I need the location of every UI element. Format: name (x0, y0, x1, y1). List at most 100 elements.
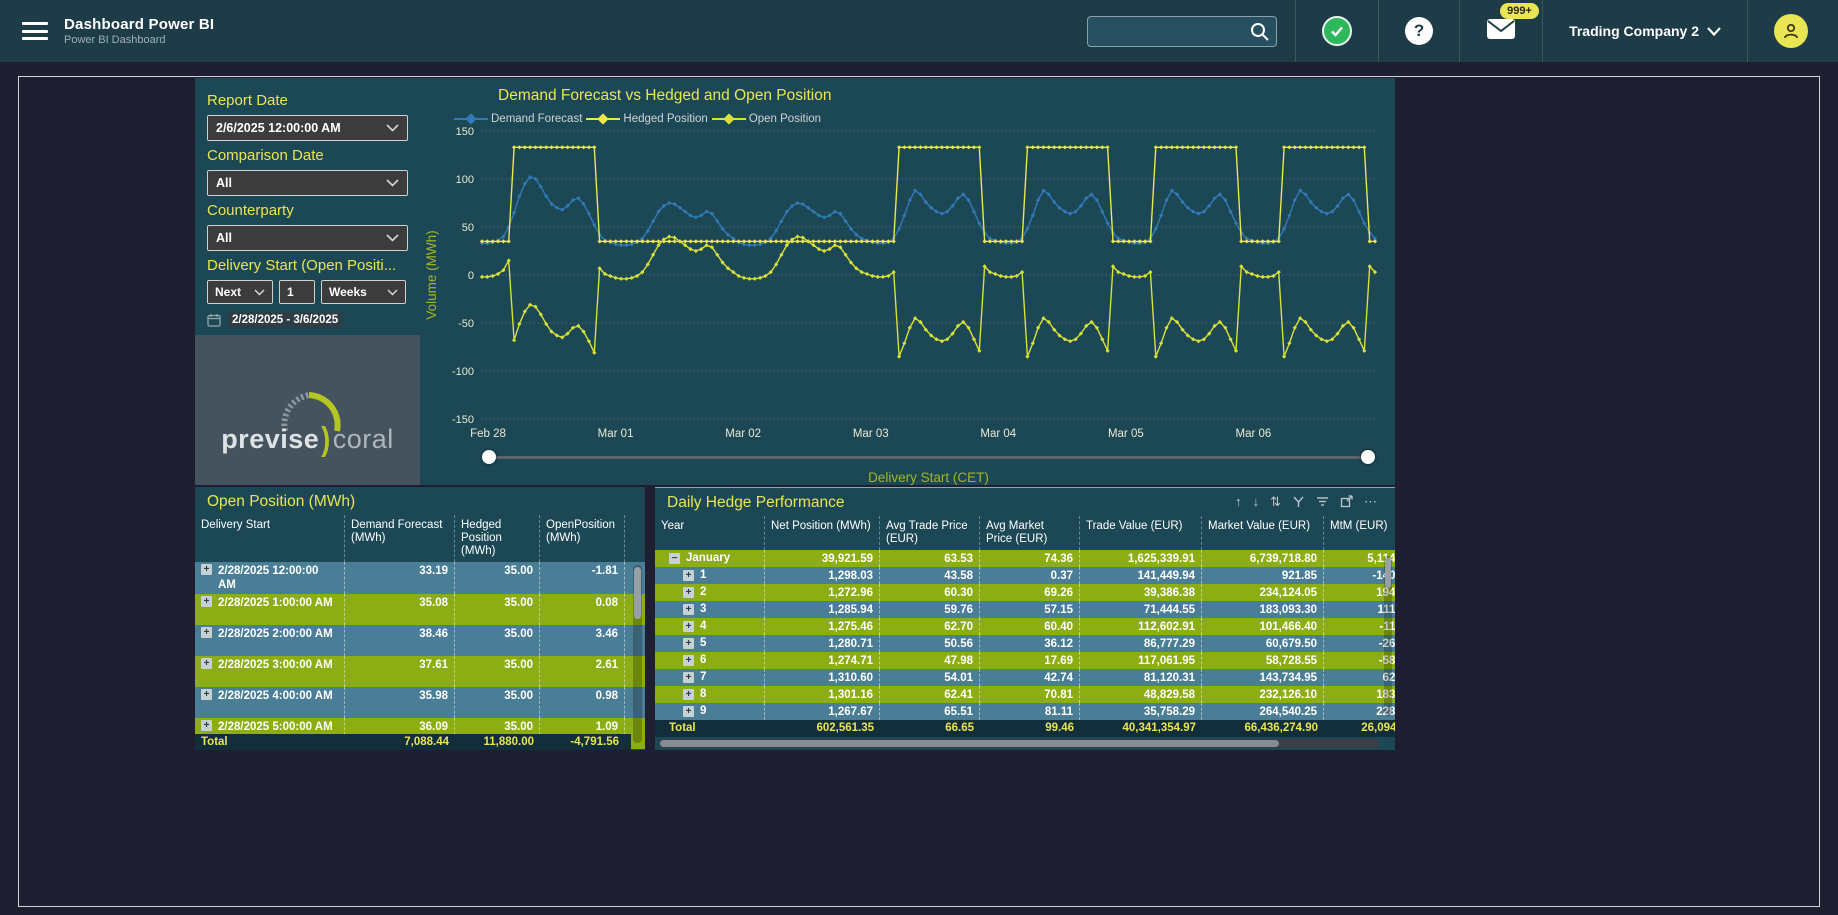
counterparty-dropdown[interactable]: All (207, 225, 408, 251)
expand-icon[interactable]: + (201, 689, 212, 700)
table-row[interactable]: +2/28/2025 12:00:00 AM33.1935.00-1.81 (195, 562, 645, 594)
expand-icon[interactable]: + (683, 706, 694, 717)
y-tick-label: -100 (452, 366, 474, 378)
filter-icon[interactable] (1316, 495, 1329, 508)
value-cell: 35.00 (455, 687, 540, 718)
column-header[interactable]: Delivery Start (195, 515, 345, 562)
relative-range-dropdown[interactable]: Next (207, 280, 273, 304)
table-row[interactable]: +41,275.4662.7060.40112,602.91101,466.40… (655, 618, 1395, 635)
range-unit-dropdown[interactable]: Weeks (321, 280, 406, 304)
daily-hedge-hscrollbar[interactable] (659, 739, 1379, 748)
column-header[interactable]: Year (655, 516, 765, 550)
table-row[interactable]: +2/28/2025 1:00:00 AM35.0835.000.08 (195, 594, 645, 625)
search-icon[interactable] (1249, 21, 1270, 42)
column-header[interactable]: Hedged Position (MWh) (455, 515, 540, 562)
range-count-input[interactable]: 1 (279, 280, 315, 304)
table-row[interactable]: +21,272.9660.3069.2639,386.38234,124.051… (655, 584, 1395, 601)
help-button[interactable]: ? (1379, 0, 1459, 62)
expand-icon[interactable]: + (683, 621, 694, 632)
slider-track[interactable] (488, 456, 1369, 459)
series-markers-2 (480, 235, 1377, 359)
legend-item-2[interactable]: Open Position (712, 113, 821, 125)
chevron-down-icon (386, 179, 399, 187)
legend-swatch (586, 114, 620, 124)
value-cell: 71,444.55 (1080, 601, 1202, 618)
value-cell: 232,126.10 (1202, 686, 1324, 703)
table-row[interactable]: −January39,921.5963.5374.361,625,339.916… (655, 550, 1395, 567)
value-cell: 54.01 (880, 669, 980, 686)
legend-item-1[interactable]: Hedged Position (586, 113, 707, 125)
collapse-icon[interactable]: − (669, 553, 680, 564)
legend-item-0[interactable]: Demand Forecast (454, 113, 582, 125)
expand-icon[interactable]: + (683, 655, 694, 666)
table-row[interactable]: +51,280.7150.5636.1286,777.2960,679.50-2… (655, 635, 1395, 652)
column-header[interactable]: Trade Value (EUR) (1080, 516, 1202, 550)
drill-down-icon[interactable]: ↓ (1253, 495, 1260, 508)
expand-icon[interactable]: + (201, 564, 212, 575)
expand-icon[interactable]: + (201, 720, 212, 731)
column-header[interactable]: Net Position (MWh) (765, 516, 880, 550)
daily-hedge-vscrollbar[interactable] (1384, 556, 1392, 716)
expand-icon[interactable]: + (683, 570, 694, 581)
chart-legend: Demand Forecast Hedged Position Open Pos… (420, 105, 1395, 125)
table-row[interactable]: +11,298.0343.580.37141,449.94921.85-140,… (655, 567, 1395, 584)
expand-icon[interactable]: + (683, 672, 694, 683)
column-header[interactable]: MtM (EUR) (1324, 516, 1395, 550)
line-chart[interactable]: 150100500-50-100-150Volume (MWh)Feb 28Ma… (420, 125, 1395, 437)
column-header[interactable]: OpenPosition (MWh) (540, 515, 625, 562)
help-icon: ? (1405, 17, 1433, 45)
table-row[interactable]: +91,267.6765.5181.1135,758.29264,540.252… (655, 703, 1395, 720)
table-row[interactable]: +2/28/2025 2:00:00 AM38.4635.003.46 (195, 625, 645, 656)
table-row[interactable]: +61,274.7147.9817.69117,061.9558,728.55-… (655, 652, 1395, 669)
open-position-scrollbar[interactable] (633, 565, 642, 743)
expand-icon[interactable]: + (683, 689, 694, 700)
profile-button[interactable] (1748, 0, 1838, 62)
expand-icon[interactable]: + (683, 638, 694, 649)
column-header[interactable]: Market Value (EUR) (1202, 516, 1324, 550)
value-cell: 74.36 (980, 550, 1080, 567)
value-cell: 36.12 (980, 635, 1080, 652)
more-options-icon[interactable]: ⋯ (1364, 495, 1377, 508)
y-tick-label: 150 (456, 126, 474, 138)
expand-icon[interactable]: + (683, 587, 694, 598)
drill-up-icon[interactable]: ↑ (1235, 495, 1242, 508)
value-cell: 2.61 (540, 656, 625, 687)
value-cell: 1,267.67 (765, 703, 880, 720)
table-row[interactable]: +71,310.6054.0142.7481,120.31143,734.956… (655, 669, 1395, 686)
table-row[interactable]: +2/28/2025 3:00:00 AM37.6135.002.61 (195, 656, 645, 687)
value-cell: 0.08 (540, 594, 625, 625)
expand-icon[interactable]: + (201, 596, 212, 607)
value-cell: -1.81 (540, 562, 625, 594)
year-cell: 4 (700, 619, 706, 634)
expand-all-icon[interactable]: ⇅ (1270, 495, 1281, 508)
column-header[interactable]: Demand Forecast (MWh) (345, 515, 455, 562)
table-row[interactable]: +2/28/2025 4:00:00 AM35.9835.000.98 (195, 687, 645, 718)
expand-icon[interactable]: + (683, 604, 694, 615)
focus-mode-icon[interactable] (1340, 495, 1353, 508)
table-row[interactable]: +31,285.9459.7657.1571,444.55183,093.301… (655, 601, 1395, 618)
y-tick-label: -150 (452, 414, 474, 426)
company-selector[interactable]: Trading Company 2 (1543, 0, 1747, 62)
value-cell: 35.98 (345, 687, 455, 718)
value-cell: 1,285.94 (765, 601, 880, 618)
slider-handle-right[interactable] (1361, 450, 1375, 464)
mail-button[interactable]: 999+ (1460, 0, 1542, 62)
y-tick-label: 100 (456, 174, 474, 186)
report-date-dropdown[interactable]: 2/6/2025 12:00:00 AM (207, 115, 408, 141)
column-header[interactable]: Avg Market Price (EUR) (980, 516, 1080, 550)
total-cell: 602,561.35 (765, 720, 880, 737)
year-cell: 7 (700, 670, 706, 685)
x-tick-label: Mar 06 (1236, 428, 1272, 437)
comparison-date-dropdown[interactable]: All (207, 170, 408, 196)
value-cell: 58,728.55 (1202, 652, 1324, 669)
drill-mode-icon[interactable] (1292, 495, 1305, 508)
status-button[interactable] (1296, 0, 1378, 62)
column-header[interactable]: Avg Trade Price (EUR) (880, 516, 980, 550)
x-tick-label: Mar 04 (980, 428, 1016, 437)
slider-handle-left[interactable] (482, 450, 496, 464)
menu-icon[interactable] (22, 22, 48, 40)
expand-icon[interactable]: + (201, 627, 212, 638)
expand-icon[interactable]: + (201, 658, 212, 669)
total-cell: 66.65 (880, 720, 980, 737)
table-row[interactable]: +81,301.1662.4170.8148,829.58232,126.101… (655, 686, 1395, 703)
